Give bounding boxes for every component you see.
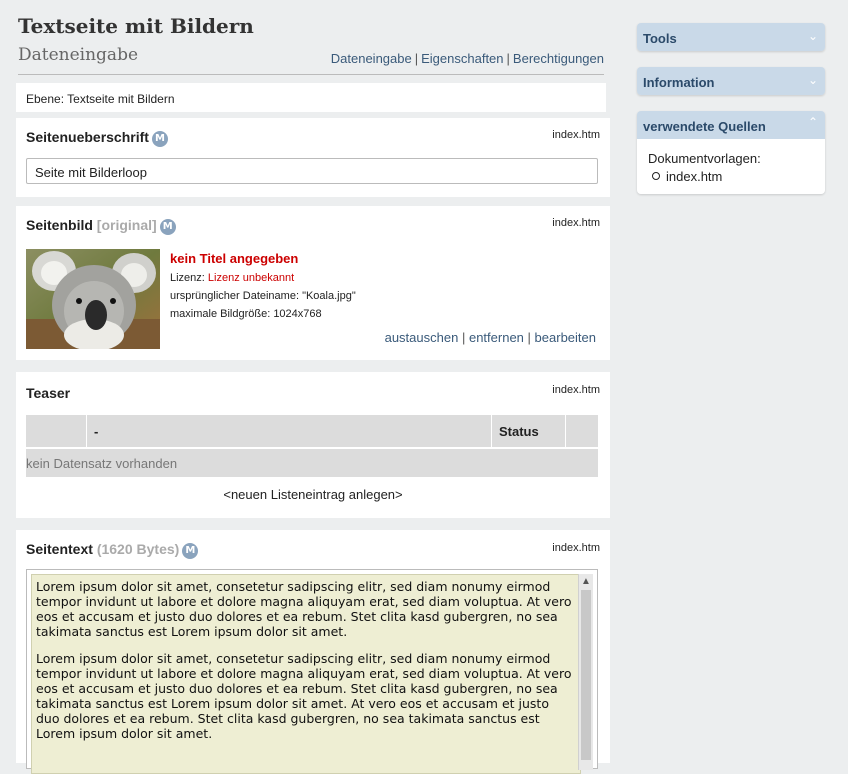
source-link[interactable]: index.htm	[552, 542, 600, 554]
source-list-item[interactable]: index.htm	[652, 169, 814, 184]
empty-row-text: kein Datensatz vorhanden	[26, 447, 598, 477]
page-title: Textseite mit Bildern	[18, 14, 254, 38]
view-tabs: Dateneingabe | Eigenschaften | Berechtigunge…	[331, 51, 604, 66]
panel-header-information[interactable]: Information ⌄	[637, 67, 825, 95]
section-seitentext: Seitentext (1620 Bytes) M index.htm Lorem…	[16, 530, 610, 774]
source-list: index.htm	[648, 169, 814, 184]
m-badge-icon[interactable]: M	[182, 543, 199, 559]
image-variant-label: [original]	[96, 217, 157, 233]
tab-berechtigungen[interactable]: Berechtigungen	[513, 51, 604, 66]
section-teaser: Teaser index.htm - Status kein Datensatz…	[16, 372, 610, 518]
panel-header-quellen[interactable]: verwendete Quellen ⌃	[637, 111, 825, 139]
text-paragraph: Lorem ipsum dolor sit amet, consetetur s…	[36, 651, 572, 741]
ebene-bar: Ebene: Textseite mit Bildern	[16, 83, 606, 112]
license-label: Lizenz:	[170, 272, 208, 284]
section-title: Seitentext (1620 Bytes) M	[26, 541, 199, 559]
tab-dateneingabe[interactable]: Dateneingabe	[331, 51, 412, 66]
m-badge-icon[interactable]: M	[159, 219, 176, 235]
seitenueberschrift-input[interactable]: Seite mit Bilderloop	[26, 158, 598, 184]
panel-title: Information	[643, 75, 715, 90]
section-title: Seitenueberschrift M	[26, 129, 168, 147]
image-max-size: maximale Bildgröße: 1024x768	[170, 308, 322, 320]
panel-header-tools[interactable]: Tools ⌄	[637, 23, 825, 51]
replace-image-link[interactable]: austauschen	[385, 330, 459, 345]
text-paragraph: Lorem ipsum dolor sit amet, consetetur s…	[36, 579, 572, 639]
column-header-status[interactable]: Status	[491, 415, 566, 448]
section-title-label: Teaser	[26, 385, 71, 401]
column-header	[565, 415, 598, 448]
section-title-label: Seitentext	[26, 541, 93, 557]
section-title-label: Seitenueberschrift	[26, 129, 149, 145]
new-entry-link[interactable]: <neuen Listeneintrag anlegen>	[16, 487, 610, 502]
chevron-up-icon[interactable]: ⌃	[808, 115, 818, 129]
source-link[interactable]: index.htm	[552, 129, 600, 141]
dokumentvorlagen-label: Dokumentvorlagen:	[648, 151, 761, 166]
koala-image	[26, 249, 160, 349]
link-separator: |	[414, 51, 419, 66]
section-seitenbild: Seitenbild [original] M index.htm kein T…	[16, 206, 610, 360]
panel-information: Information ⌄	[637, 67, 825, 95]
image-filename: ursprünglicher Dateiname: "Koala.jpg"	[170, 290, 356, 302]
scrollbar[interactable]: ▲	[578, 574, 593, 770]
byte-count: (1620 Bytes)	[96, 541, 180, 557]
panel-tools: Tools ⌄	[637, 23, 825, 51]
koala-thumbnail[interactable]	[26, 249, 160, 349]
panel-title: Tools	[643, 31, 677, 46]
seitentext-content[interactable]: Lorem ipsum dolor sit amet, consetetur s…	[31, 574, 581, 774]
column-header[interactable]: -	[86, 415, 492, 448]
section-seitenueberschrift: Seitenueberschrift M index.htm Seite mit …	[16, 118, 610, 197]
seitentext-editor[interactable]: Lorem ipsum dolor sit amet, consetetur s…	[26, 569, 598, 774]
scroll-up-icon[interactable]: ▲	[579, 574, 593, 590]
panel-title: verwendete Quellen	[643, 119, 766, 134]
panel-body: Dokumentvorlagen: index.htm	[637, 139, 825, 194]
image-actions: austauschen | entfernen | bearbeiten	[385, 330, 596, 345]
column-header	[26, 415, 87, 448]
section-title: Seitenbild [original] M	[26, 217, 176, 235]
edit-image-link[interactable]: bearbeiten	[535, 330, 596, 345]
chevron-down-icon[interactable]: ⌄	[808, 73, 818, 87]
link-separator: |	[506, 51, 510, 66]
teaser-table: - Status kein Datensatz vorhanden	[26, 415, 598, 477]
image-title: kein Titel angegeben	[170, 251, 299, 266]
license-value: Lizenz unbekannt	[207, 272, 295, 284]
ebene-label: Ebene: Textseite mit Bildern	[26, 92, 175, 106]
source-link[interactable]: index.htm	[552, 384, 600, 396]
image-license: Lizenz: Lizenz unbekannt	[170, 272, 294, 284]
page-subtitle: Dateneingabe	[18, 45, 139, 65]
scrollbar-thumb[interactable]	[581, 590, 591, 760]
table-header-row: - Status	[26, 415, 598, 448]
link-separator: |	[461, 330, 466, 345]
panel-verwendete-quellen: verwendete Quellen ⌃ Dokumentvorlagen: i…	[637, 111, 825, 194]
section-title-label: Seitenbild	[26, 217, 93, 233]
chevron-down-icon[interactable]: ⌄	[808, 29, 818, 43]
table-row: kein Datensatz vorhanden	[26, 447, 598, 477]
header-divider	[18, 74, 604, 75]
m-badge-icon[interactable]: M	[151, 131, 168, 147]
link-separator: |	[527, 330, 531, 345]
remove-image-link[interactable]: entfernen	[469, 330, 524, 345]
tab-eigenschaften[interactable]: Eigenschaften	[421, 51, 503, 66]
source-link[interactable]: index.htm	[552, 217, 600, 229]
